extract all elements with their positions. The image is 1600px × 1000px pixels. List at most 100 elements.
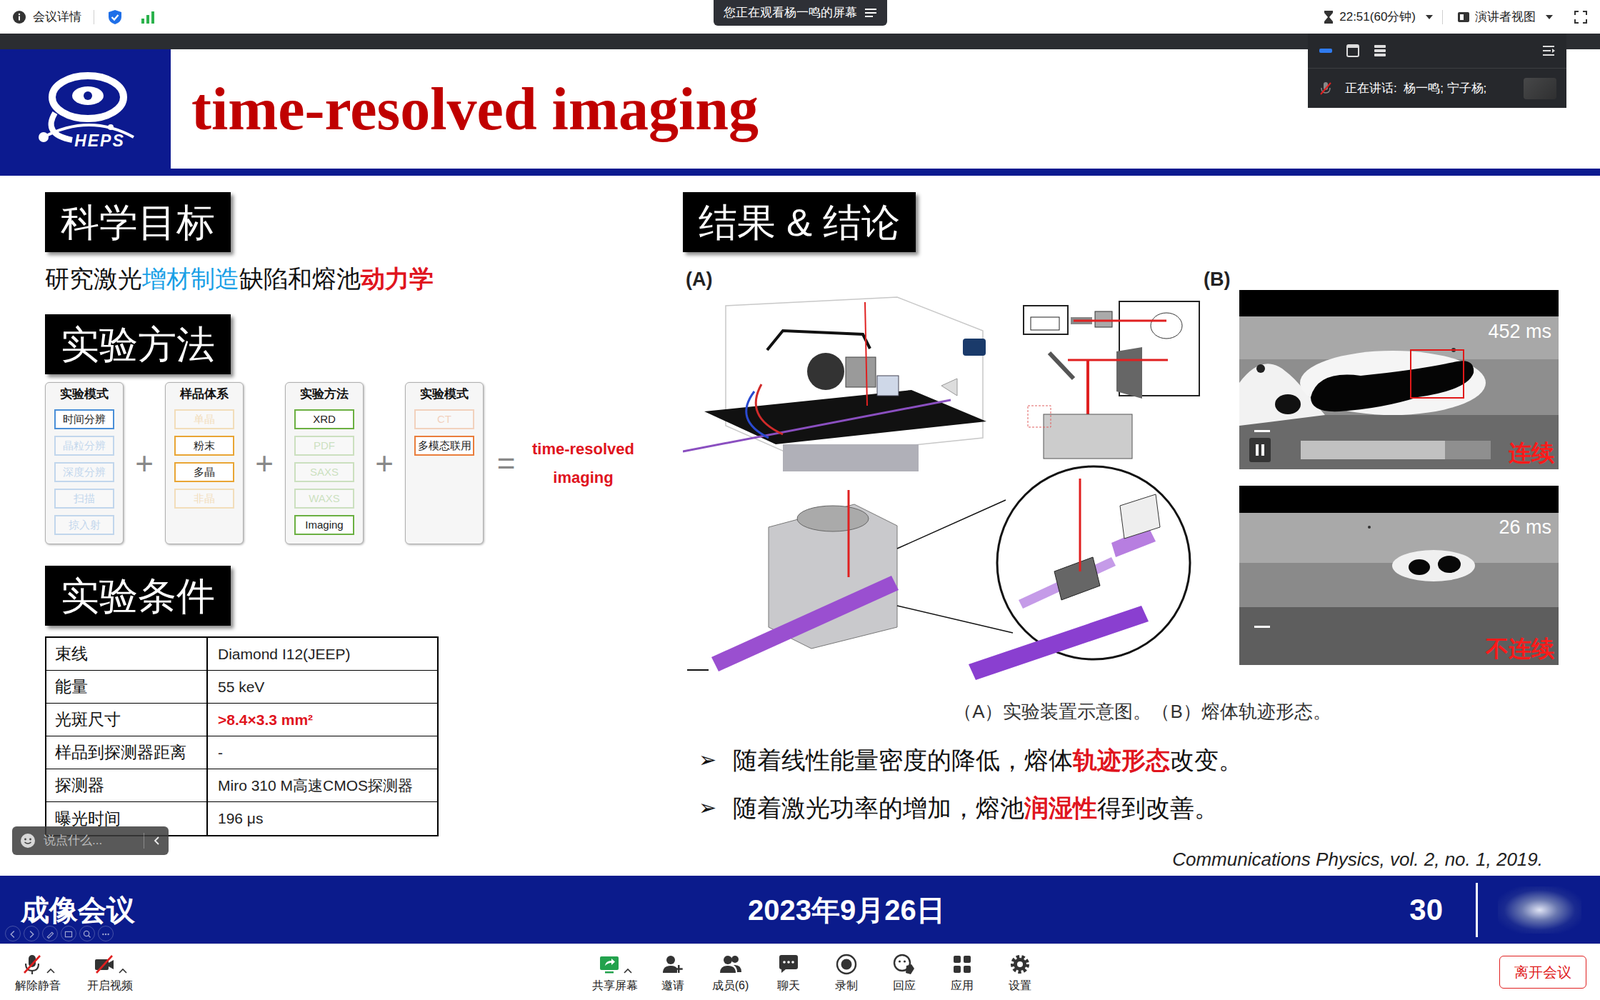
fullscreen-icon[interactable] xyxy=(1573,10,1588,25)
figure-caption: （A）实验装置示意图。（B）熔体轨迹形态。 xyxy=(682,700,1567,723)
slide-body: 科学目标研究激光增材制造缺陷和熔池动力学实验方法实验模式时间分辨晶粒分辨深度分辨… xyxy=(0,175,1600,876)
info-icon xyxy=(12,10,27,25)
chat-placeholder[interactable]: 说点什么... xyxy=(43,831,137,850)
toolbar-button[interactable]: 应用 xyxy=(932,947,991,998)
toolbar-button-icon-row xyxy=(892,952,916,977)
pen-icon[interactable] xyxy=(42,925,58,942)
footer-picture xyxy=(1497,886,1582,934)
toolbar-button-label: 开启视频 xyxy=(87,978,133,993)
slides-icon[interactable] xyxy=(60,925,77,942)
view-mode-button[interactable]: 演讲者视图 xyxy=(1457,7,1554,27)
menu-caret-icon[interactable] xyxy=(118,967,128,974)
method-option: PDF xyxy=(294,435,355,456)
layout-icon xyxy=(1457,10,1470,24)
method-option: CT xyxy=(414,409,475,430)
video-frame[interactable]: 452 ms连续 xyxy=(1239,290,1559,470)
header-rule xyxy=(0,168,1600,176)
footer-title: 成像会议 xyxy=(20,894,135,926)
goal-part-text: 增材制造 xyxy=(142,265,240,293)
menu-caret-icon[interactable] xyxy=(46,967,55,974)
toolbar-button-label: 设置 xyxy=(1008,978,1032,993)
bullet-part: 得到改善。 xyxy=(1097,794,1219,822)
leave-meeting-button[interactable]: 离开会议 xyxy=(1499,955,1587,989)
toolbar-center: 共享屏幕 邀请 成员(6)聊天录制回应应用设置 xyxy=(585,947,1049,998)
method-option: WAXS xyxy=(294,488,355,509)
slide-nav-controls xyxy=(5,925,114,942)
react-icon xyxy=(892,952,916,976)
previous-icon[interactable] xyxy=(5,925,21,942)
meeting-timer[interactable]: 22:51(60分钟) xyxy=(1322,7,1434,27)
pause-icon[interactable] xyxy=(1249,437,1271,463)
toolbar-button[interactable]: 共享屏幕 xyxy=(585,947,644,998)
chat-input[interactable]: 说点什么... xyxy=(12,826,169,855)
method-option: 晶粒分辨 xyxy=(54,435,115,456)
toolbar-button[interactable]: 聊天 xyxy=(759,947,818,998)
shield-icon xyxy=(106,8,124,26)
slide-footer: 成像会议2023年9月26日30 xyxy=(0,875,1600,944)
goal-part: 研究激光 xyxy=(45,265,143,293)
frame-tag: 不连续 xyxy=(1485,635,1555,663)
menu-caret-icon[interactable] xyxy=(623,967,633,974)
toolbar-button[interactable]: 解除静音 xyxy=(3,947,73,998)
collapse-icon[interactable] xyxy=(151,835,163,847)
table-cell-label: 光斑尺寸 xyxy=(46,703,208,736)
toolbar-button-icon-row xyxy=(92,952,128,977)
operator: + xyxy=(123,447,165,480)
emoji-icon[interactable] xyxy=(19,832,37,850)
panel-label: (B) xyxy=(1203,267,1240,682)
meeting-info-label[interactable]: 会议详情 xyxy=(32,7,82,27)
toolbar-button[interactable]: 开启视频 xyxy=(75,947,145,998)
table-cell-value: 55 keV xyxy=(207,670,438,703)
speaker-panel-controls xyxy=(1307,33,1567,68)
toolbar-button[interactable]: 回应 xyxy=(875,947,933,998)
table-row: 束线Diamond I12(JEEP) xyxy=(46,637,438,671)
method-option: 非晶 xyxy=(174,488,235,509)
method-option: 扫描 xyxy=(54,488,115,509)
zoom-icon[interactable] xyxy=(79,925,95,942)
results-figure: (A)(B)452 ms连续26 ms不连续 xyxy=(682,267,1567,682)
viewing-banner[interactable]: 您正在观看杨一鸣的屏幕 xyxy=(713,0,888,26)
section-heading: 实验条件 xyxy=(45,565,231,626)
figure-panel-a: (A) xyxy=(682,267,1204,682)
bullet-item: ➢随着线性能量密度的降低，熔体轨迹形态改变。 xyxy=(682,744,1567,776)
invite-icon xyxy=(661,952,685,976)
table-row: 能量55 keV xyxy=(46,670,438,704)
section-heading: 实验方法 xyxy=(45,314,231,375)
window-icon[interactable] xyxy=(1345,42,1361,59)
method-option: SAXS xyxy=(294,462,355,483)
operator: + xyxy=(363,447,405,480)
bullet-marker: ➢ xyxy=(698,792,733,824)
toolbar-button[interactable]: 邀请 xyxy=(643,947,702,998)
toolbar-button[interactable]: 成员(6) xyxy=(701,947,760,998)
speaker-avatar xyxy=(1523,77,1557,100)
panel-menu-icon[interactable] xyxy=(1540,42,1557,59)
top-bar-right: 22:51(60分钟) 演讲者视图 xyxy=(887,0,1600,34)
toolbar-button-icon-row xyxy=(597,952,633,977)
table-cell-label: 样品到探测器距离 xyxy=(46,736,208,769)
heps-logo: HEPS xyxy=(0,49,171,169)
minimize-icon[interactable] xyxy=(1317,42,1334,59)
goal-part-text: 动力学 xyxy=(360,265,434,293)
list-view-icon[interactable] xyxy=(1372,42,1388,59)
method-option: 多晶 xyxy=(174,462,235,483)
method-option: 多模态联用 xyxy=(414,435,475,456)
next-icon[interactable] xyxy=(23,925,40,942)
toolbar-button-label: 邀请 xyxy=(661,978,685,993)
conditions-table: 束线Diamond I12(JEEP)能量55 keV光斑尺寸>8.4×3.3 … xyxy=(45,636,439,837)
toolbar-button-label: 共享屏幕 xyxy=(592,978,638,993)
toolbar-button[interactable]: 设置 xyxy=(990,947,1049,998)
method-option: 深度分辨 xyxy=(54,462,115,483)
viewing-banner-text: 您正在观看杨一鸣的屏幕 xyxy=(723,3,858,23)
view-mode-text: 演讲者视图 xyxy=(1475,7,1536,27)
video-progress-track[interactable] xyxy=(1300,440,1491,460)
meeting-info[interactable]: 会议详情 xyxy=(0,0,714,34)
bullet-item: ➢随着激光功率的增加，熔池润湿性得到改善。 xyxy=(682,792,1567,824)
more-icon[interactable] xyxy=(97,925,114,942)
video-progress-fill xyxy=(1300,440,1445,460)
heps-logo-text: HEPS xyxy=(45,131,125,150)
menu-icon xyxy=(864,7,878,19)
method-option: 粉末 xyxy=(174,435,235,456)
toolbar-button[interactable]: 录制 xyxy=(817,947,875,998)
mic-off-icon xyxy=(1317,80,1334,97)
operator: = xyxy=(483,447,529,480)
